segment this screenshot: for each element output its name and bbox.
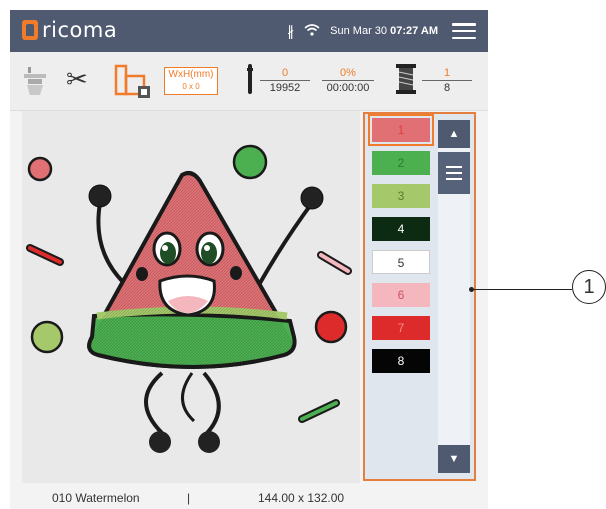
color-total: 8 [422,80,472,95]
logo-text: ricoma [42,18,118,42]
color-swatch-1[interactable]: 1 [368,114,434,146]
status-bar: 010 Watermelon | 144.00 x 132.00 [10,489,488,509]
color-current: 1 [443,67,451,79]
color-swatch-6[interactable]: 6 [372,283,430,307]
hoop-icon[interactable] [24,67,46,97]
stitch-counter: 0 19952 [260,66,310,95]
color-scrollbar[interactable]: ▲ ▼ [438,120,470,473]
progress-time: 00:00:00 [322,80,374,95]
scroll-up-button[interactable]: ▲ [438,120,470,148]
app-header: ricoma ∦ Sun Mar 30 07:27 AM [10,10,488,52]
color-counter: 1 8 [422,66,472,95]
needle-icon [247,64,253,94]
ricoma-logo: ricoma [22,18,117,42]
progress-percent: 0% [340,67,356,79]
size-value: 0 x 0 [182,82,200,91]
color-sequence-panel: 1 2 3 4 5 6 7 8 ▲ ▼ [363,112,476,481]
hoop-layout-icon[interactable] [114,62,152,100]
date-label: Sun Mar 30 [330,25,388,37]
color-swatch-3[interactable]: 3 [372,184,430,208]
color-swatch-8[interactable]: 8 [372,349,430,373]
date-time: Sun Mar 30 07:27 AM [330,25,438,37]
stitch-total: 19952 [260,80,310,95]
scroll-down-button[interactable]: ▼ [438,445,470,473]
design-size-box[interactable]: WxH(mm) 0 x 0 [164,67,218,95]
progress-counter: 0% 00:00:00 [322,66,374,95]
thread-spool-icon [396,64,416,94]
stitch-current: 0 [281,67,289,79]
color-swatch-7[interactable]: 7 [372,316,430,340]
design-canvas[interactable] [22,111,360,483]
time-label: 07:27 AM [390,25,438,37]
logo-mark-icon [22,20,38,40]
wifi-icon [304,24,320,38]
color-swatch-5[interactable]: 5 [372,250,430,274]
callout-line [471,289,572,290]
embroidery-app: ricoma ∦ Sun Mar 30 07:27 AM ✂ WxH(mm) 0… [10,10,488,509]
scroll-thumb[interactable] [438,152,470,194]
color-swatch-4[interactable]: 4 [372,217,430,241]
design-size: 144.00 x 132.00 [258,491,345,505]
bluetooth-icon: ∦ [287,23,295,39]
toolbar: ✂ WxH(mm) 0 x 0 0 19952 0% 00:00:00 1 8 [10,52,488,111]
size-label: WxH(mm) [168,69,214,80]
hamburger-menu-icon[interactable] [452,23,476,39]
callout-number-badge: 1 [572,270,606,304]
trim-scissors-icon[interactable]: ✂ [66,64,88,95]
color-list: 1 2 3 4 5 6 7 8 [368,114,434,382]
status-separator: | [187,491,191,505]
watermelon-design-image [26,144,352,453]
color-swatch-2[interactable]: 2 [372,151,430,175]
design-name: 010 Watermelon [52,491,140,505]
